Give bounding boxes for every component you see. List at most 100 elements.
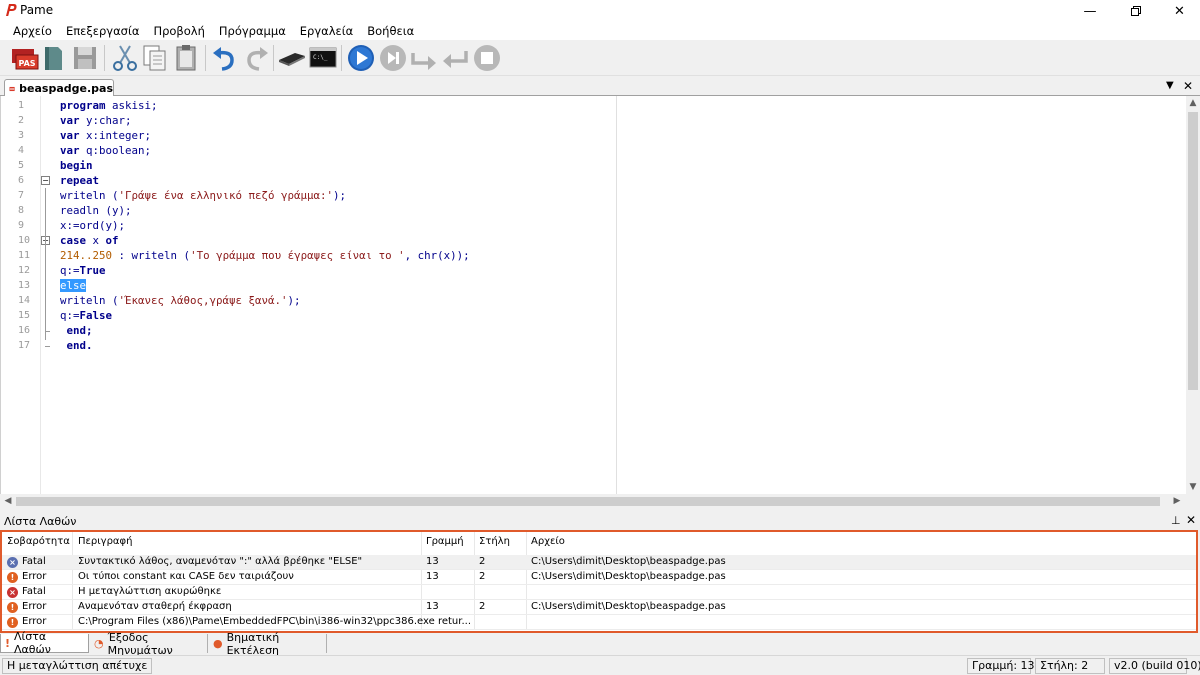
close-window-button[interactable]: ✕: [1159, 0, 1200, 22]
undo-button[interactable]: [210, 43, 240, 73]
code-line[interactable]: else: [60, 278, 87, 293]
code-token: 214..250: [60, 249, 113, 262]
code-token: askisi;: [112, 99, 158, 112]
code-line[interactable]: q:=True: [60, 263, 106, 278]
menu-file[interactable]: Αρχείο: [6, 22, 59, 40]
fatal-icon: ×: [7, 557, 18, 568]
redo-button[interactable]: [241, 43, 271, 73]
cut-button[interactable]: [110, 43, 140, 73]
scroll-down-button[interactable]: ▼: [1186, 480, 1200, 494]
console-button[interactable]: C:\_: [308, 43, 338, 73]
code-editor[interactable]: 1 2 3 4 5 6 7 8 9 10 11 12 13 14 15 16 17 program askisi…: [0, 96, 1186, 494]
error-file: C:\Users\dimit\Desktop\beaspadge.pas: [531, 601, 726, 612]
error-row[interactable]: × Fatal Συντακτικό λάθος, αναμενόταν ":" α…: [2, 555, 1196, 570]
line-number: 1: [18, 100, 25, 111]
error-row[interactable]: × Fatal Η μεταγλώττιση ακυρώθηκε: [2, 585, 1196, 600]
save-button[interactable]: [70, 43, 100, 73]
error-column: 2: [479, 601, 486, 612]
scroll-right-button[interactable]: ▶: [1170, 494, 1184, 508]
code-line[interactable]: end;: [60, 323, 93, 338]
error-description: Συντακτικό λάθος, αναμενόταν ":" αλλά βρ…: [78, 556, 363, 567]
code-line[interactable]: x:=ord(y);: [60, 218, 125, 233]
code-line[interactable]: var q:boolean;: [60, 143, 151, 158]
tab-error-list[interactable]: ! Λίστα Λαθών: [0, 630, 89, 656]
copy-button[interactable]: [140, 43, 170, 73]
step-out-icon: [443, 51, 468, 68]
chevron-up-icon: ▲: [1189, 98, 1197, 108]
code-token: (y);: [105, 204, 132, 217]
close-panel-button[interactable]: ✕: [1186, 513, 1196, 527]
tab-message-output[interactable]: ◔ Έξοδος Μηνυμάτων: [90, 631, 208, 657]
code-token: q:boolean;: [86, 144, 152, 157]
scroll-left-button[interactable]: ◀: [1, 494, 15, 508]
horizontal-scroll-thumb[interactable]: [16, 497, 1160, 506]
code-line[interactable]: 214..250 : writeln ('Το γράμμα που έγραψ…: [60, 248, 470, 263]
code-token: var: [60, 129, 87, 142]
code-line[interactable]: var x:integer;: [60, 128, 151, 143]
step-button[interactable]: [378, 43, 408, 73]
step-out-button[interactable]: [440, 43, 470, 73]
line-number: 11: [18, 250, 31, 261]
column-header-file[interactable]: Αρχείο: [531, 536, 565, 547]
code-token: ord: [79, 219, 100, 232]
code-line[interactable]: repeat: [60, 173, 99, 188]
scroll-up-button[interactable]: ▲: [1186, 96, 1200, 110]
code-line[interactable]: var y:char;: [60, 113, 132, 128]
code-line[interactable]: writeln ('Έκανες λάθος,γράψε ξανά.');: [60, 293, 301, 308]
code-token: :: [112, 249, 132, 262]
minimize-button[interactable]: —: [1067, 0, 1113, 22]
line-number: 6: [18, 175, 25, 186]
chevron-down-icon: ▼: [1166, 80, 1174, 91]
code-token: True: [79, 264, 106, 277]
error-panel-title: Λίστα Λαθών: [4, 515, 77, 528]
close-tab-button[interactable]: ✕: [1183, 79, 1193, 93]
new-pas-button[interactable]: PAS: [10, 43, 40, 73]
step-over-button[interactable]: [409, 43, 439, 73]
tab-step-execution[interactable]: ● Βηματική Εκτέλεση: [209, 631, 327, 657]
code-line[interactable]: program askisi;: [60, 98, 158, 113]
error-file: C:\Users\dimit\Desktop\beaspadge.pas: [531, 556, 726, 567]
code-line[interactable]: q:=False: [60, 308, 112, 323]
restore-button[interactable]: [1113, 0, 1159, 22]
menu-tools[interactable]: Εργαλεία: [293, 22, 360, 40]
code-line[interactable]: end.: [60, 338, 93, 353]
column-header-severity[interactable]: Σοβαρότητα: [7, 536, 70, 547]
error-row[interactable]: ! Error Οι τύποι constant και CASE δεν ται…: [2, 570, 1196, 585]
step-over-icon: [411, 53, 436, 70]
menu-program[interactable]: Πρόγραμμα: [212, 22, 293, 40]
compile-button[interactable]: [277, 43, 307, 73]
menu-edit[interactable]: Επεξεργασία: [59, 22, 146, 40]
menu-help[interactable]: Βοήθεια: [360, 22, 421, 40]
code-token: q:=: [60, 309, 80, 322]
error-list[interactable]: Σοβαρότητα Περιγραφή Γραμμή Στήλη Αρχείο…: [0, 530, 1198, 633]
stop-button[interactable]: [472, 43, 502, 73]
code-line[interactable]: case x of: [60, 233, 119, 248]
error-severity: Fatal: [22, 586, 46, 597]
file-tab[interactable]: beaspadge.pas: [4, 79, 114, 97]
open-button[interactable]: [40, 43, 70, 73]
column-header-column[interactable]: Στήλη: [479, 536, 510, 547]
column-header-description[interactable]: Περιγραφή: [78, 536, 132, 547]
error-row[interactable]: ! Error Αναμενόταν σταθερή έκφραση 13 2 C:\Us…: [2, 600, 1196, 615]
error-row[interactable]: ! Error C:\Program Files (x86)\Pame\Embedd…: [2, 615, 1196, 630]
vertical-scroll-thumb[interactable]: [1188, 112, 1198, 390]
svg-text:PAS: PAS: [18, 59, 35, 68]
toolbar-separator: [205, 45, 206, 71]
paste-icon: [176, 45, 196, 71]
tab-list-button[interactable]: ▼: [1166, 80, 1174, 91]
column-header-line[interactable]: Γραμμή: [426, 536, 464, 547]
fold-toggle-icon[interactable]: −: [41, 176, 50, 185]
menu-view[interactable]: Προβολή: [146, 22, 211, 40]
window-title: Pame: [20, 3, 54, 17]
line-number: 9: [18, 220, 25, 231]
code-token: chr: [417, 249, 438, 262]
code-line[interactable]: begin: [60, 158, 93, 173]
paste-button[interactable]: [171, 43, 201, 73]
code-line[interactable]: writeln ('Γράψε ένα ελληνικό πεζό γράμμα…: [60, 188, 346, 203]
code-token: 'Το γράμμα που έγραψες είναι το ': [190, 249, 405, 262]
pin-button[interactable]: ⊥: [1171, 514, 1181, 527]
code-line[interactable]: readln (y);: [60, 203, 132, 218]
error-icon: !: [7, 572, 18, 583]
line-number: 15: [18, 310, 31, 321]
run-button[interactable]: [346, 43, 376, 73]
